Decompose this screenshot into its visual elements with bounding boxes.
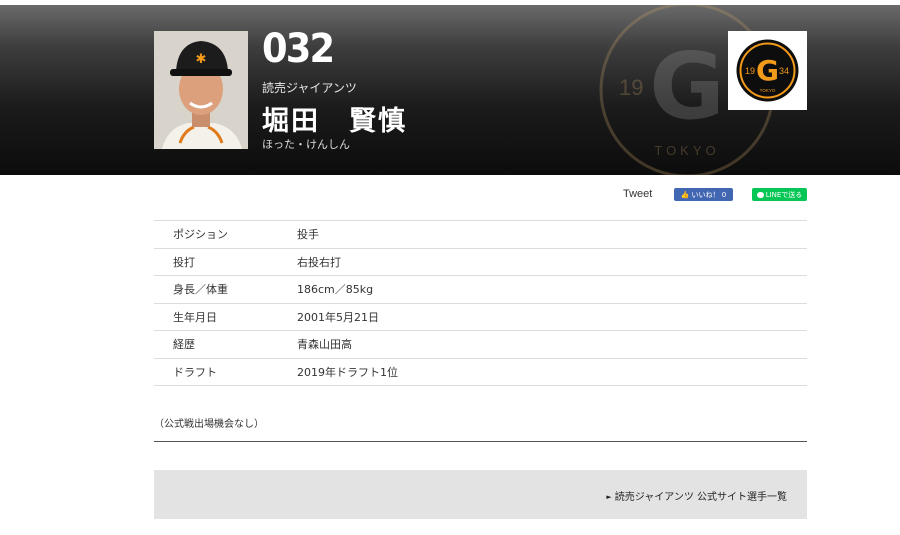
table-row: ポジション 投手 bbox=[154, 220, 807, 249]
facebook-like-button[interactable]: 👍 いいね！ 0 bbox=[674, 188, 733, 201]
svg-text:19: 19 bbox=[745, 66, 755, 76]
divider bbox=[154, 441, 807, 442]
profile-label: 経歴 bbox=[173, 338, 195, 352]
table-row: 経歴 青森山田高 bbox=[154, 330, 807, 359]
player-list-link[interactable]: ► 読売ジャイアンツ 公式サイト選手一覧 bbox=[606, 488, 787, 503]
team-name: 読売ジャイアンツ bbox=[262, 81, 357, 95]
profile-value: 2001年5月21日 bbox=[297, 310, 379, 324]
player-header: 19 G TOKYO ✱ 032 読売ジャイアンツ 堀田 賢慎 ほった・けんしん… bbox=[0, 5, 900, 175]
svg-text:TOKYO: TOKYO bbox=[760, 88, 776, 93]
svg-text:G: G bbox=[756, 54, 779, 87]
svg-text:19: 19 bbox=[619, 75, 643, 100]
profile-value: 2019年ドラフト1位 bbox=[297, 365, 398, 379]
table-row: 投打 右投右打 bbox=[154, 248, 807, 276]
uniform-number: 032 bbox=[262, 26, 335, 72]
profile-value: 186cm／85kg bbox=[297, 283, 374, 297]
profile-label: ドラフト bbox=[173, 365, 217, 379]
table-row: ドラフト 2019年ドラフト1位 bbox=[154, 358, 807, 386]
player-list-link-label: 読売ジャイアンツ 公式サイト選手一覧 bbox=[614, 492, 787, 503]
profile-table: ポジション 投手 投打 右投右打 身長／体重 186cm／85kg 生年月日 2001年… bbox=[154, 220, 807, 386]
footer-bar: ► 読売ジャイアンツ 公式サイト選手一覧 bbox=[154, 470, 807, 519]
profile-value: 青森山田高 bbox=[297, 338, 352, 352]
facebook-like-label: いいね！ 0 bbox=[691, 190, 727, 199]
thumbs-up-icon: 👍 bbox=[680, 190, 690, 199]
svg-text:G: G bbox=[649, 33, 725, 140]
profile-label: ポジション bbox=[173, 228, 228, 242]
profile-label: 身長／体重 bbox=[173, 283, 228, 297]
table-row: 生年月日 2001年5月21日 bbox=[154, 303, 807, 331]
profile-label: 投打 bbox=[173, 255, 195, 269]
arrow-right-icon: ► bbox=[606, 493, 612, 501]
table-row: 身長／体重 186cm／85kg bbox=[154, 275, 807, 304]
profile-value: 右投右打 bbox=[297, 255, 341, 269]
line-share-button[interactable]: LINEで送る bbox=[752, 188, 807, 201]
profile-value: 投手 bbox=[297, 228, 319, 242]
line-icon bbox=[756, 191, 764, 198]
stats-note: （公式戦出場機会なし） bbox=[154, 419, 264, 430]
cap-logo: ✱ bbox=[196, 52, 207, 67]
profile-label: 生年月日 bbox=[173, 310, 217, 324]
player-name: 堀田 賢慎 bbox=[262, 106, 407, 137]
tweet-button[interactable]: Tweet bbox=[623, 186, 652, 202]
team-logo: 19 G 34 TOKYO bbox=[728, 31, 807, 110]
svg-text:34: 34 bbox=[779, 66, 789, 76]
line-share-label: LINEで送る bbox=[765, 190, 803, 199]
svg-text:TOKYO: TOKYO bbox=[654, 143, 719, 158]
player-photo: ✱ bbox=[154, 31, 248, 149]
player-name-kana: ほった・けんしん bbox=[262, 138, 350, 151]
